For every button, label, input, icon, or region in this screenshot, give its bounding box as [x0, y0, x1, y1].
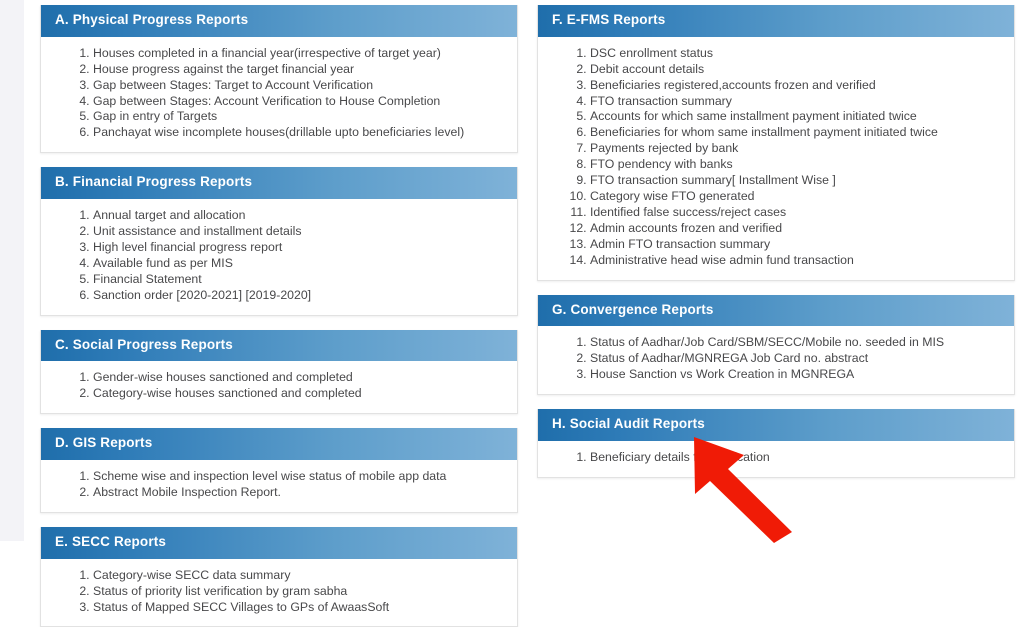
report-link[interactable]: DSC enrollment status	[590, 46, 1004, 61]
report-link[interactable]: Category-wise SECC data summary	[93, 568, 507, 583]
report-link[interactable]: Houses completed in a financial year(irr…	[93, 46, 507, 61]
report-panel-social-progress-reports: C. Social Progress Reports Gender-wise ho…	[40, 329, 518, 415]
report-link[interactable]: Status of Mapped SECC Villages to GPs of…	[93, 600, 507, 615]
panel-header-gis-reports: D. GIS Reports	[41, 428, 517, 461]
report-panel-secc-reports: E. SECC Reports Category-wise SECC data s…	[40, 526, 518, 627]
report-link[interactable]: House progress against the target financ…	[93, 62, 507, 77]
report-link[interactable]: Debit account details	[590, 62, 1004, 77]
report-list-secc-reports: Category-wise SECC data summaryStatus of…	[51, 568, 507, 615]
report-list-convergence-reports: Status of Aadhar/Job Card/SBM/SECC/Mobil…	[548, 335, 1004, 382]
report-link[interactable]: Panchayat wise incomplete houses(drillab…	[93, 125, 507, 140]
report-link[interactable]: FTO pendency with banks	[590, 157, 1004, 172]
report-link[interactable]: Gap between Stages: Target to Account Ve…	[93, 78, 507, 93]
left-column: A. Physical Progress Reports Houses compl…	[40, 5, 518, 627]
report-list-physical-progress-reports: Houses completed in a financial year(irr…	[51, 46, 507, 141]
report-list-e-fms-reports: DSC enrollment statusDebit account detai…	[548, 46, 1004, 268]
report-list-social-audit-reports: Beneficiary details for verification	[548, 450, 1004, 465]
report-link[interactable]: Gap in entry of Targets	[93, 109, 507, 124]
report-link[interactable]: Unit assistance and installment details	[93, 224, 507, 239]
panel-body-physical-progress-reports: Houses completed in a financial year(irr…	[41, 36, 517, 153]
report-link[interactable]: Status of Aadhar/Job Card/SBM/SECC/Mobil…	[590, 335, 1004, 350]
panel-body-social-progress-reports: Gender-wise houses sanctioned and comple…	[41, 361, 517, 414]
panel-header-financial-progress-reports: B. Financial Progress Reports	[41, 167, 517, 200]
report-link[interactable]: Annual target and allocation	[93, 208, 507, 223]
reports-index: A. Physical Progress Reports Houses compl…	[0, 0, 1024, 627]
panel-header-e-fms-reports: F. E-FMS Reports	[538, 5, 1014, 37]
report-link[interactable]: Status of priority list verification by …	[93, 584, 507, 599]
report-list-social-progress-reports: Gender-wise houses sanctioned and comple…	[51, 370, 507, 401]
panel-header-social-progress-reports: C. Social Progress Reports	[41, 329, 517, 362]
report-link[interactable]: Status of Aadhar/MGNREGA Job Card no. ab…	[590, 351, 1004, 366]
report-link[interactable]: Category-wise houses sanctioned and comp…	[93, 386, 507, 401]
report-panel-social-audit-reports: H. Social Audit Reports Beneficiary detai…	[537, 409, 1015, 478]
report-panel-convergence-reports: G. Convergence Reports Status of Aadhar/J…	[537, 294, 1015, 396]
report-link[interactable]: Category wise FTO generated	[590, 189, 1004, 204]
report-link[interactable]: FTO transaction summary[ Installment Wis…	[590, 173, 1004, 188]
panel-body-e-fms-reports: DSC enrollment statusDebit account detai…	[538, 36, 1014, 280]
report-panel-financial-progress-reports: B. Financial Progress Reports Annual targ…	[40, 167, 518, 316]
report-link[interactable]: Available fund as per MIS	[93, 256, 507, 271]
panel-body-convergence-reports: Status of Aadhar/Job Card/SBM/SECC/Mobil…	[538, 326, 1014, 395]
report-list-financial-progress-reports: Annual target and allocationUnit assista…	[51, 208, 507, 303]
panel-header-physical-progress-reports: A. Physical Progress Reports	[41, 5, 517, 37]
report-link[interactable]: House Sanction vs Work Creation in MGNRE…	[590, 367, 1004, 382]
report-link[interactable]: Payments rejected by bank	[590, 141, 1004, 156]
panel-body-secc-reports: Category-wise SECC data summaryStatus of…	[41, 558, 517, 627]
panel-header-convergence-reports: G. Convergence Reports	[538, 294, 1014, 327]
panel-header-social-audit-reports: H. Social Audit Reports	[538, 409, 1014, 441]
report-link[interactable]: Administrative head wise admin fund tran…	[590, 253, 1004, 268]
report-link[interactable]: Admin accounts frozen and verified	[590, 221, 1004, 236]
report-panel-gis-reports: D. GIS Reports Scheme wise and inspection…	[40, 428, 518, 513]
report-link[interactable]: Beneficiaries for whom same installment …	[590, 125, 1004, 140]
panel-body-social-audit-reports: Beneficiary details for verification	[538, 440, 1014, 477]
report-link[interactable]: Scheme wise and inspection level wise st…	[93, 469, 507, 484]
right-column: F. E-FMS Reports DSC enrollment statusDeb…	[537, 5, 1015, 492]
panel-body-financial-progress-reports: Annual target and allocationUnit assista…	[41, 199, 517, 315]
report-link[interactable]: Sanction order [2020-2021] [2019-2020]	[93, 288, 507, 303]
report-list-gis-reports: Scheme wise and inspection level wise st…	[51, 469, 507, 500]
report-panel-e-fms-reports: F. E-FMS Reports DSC enrollment statusDeb…	[537, 5, 1015, 281]
panel-header-secc-reports: E. SECC Reports	[41, 526, 517, 559]
report-panel-physical-progress-reports: A. Physical Progress Reports Houses compl…	[40, 5, 518, 154]
report-link[interactable]: Beneficiary details for verification	[590, 450, 1004, 465]
report-link[interactable]: Admin FTO transaction summary	[590, 237, 1004, 252]
report-link[interactable]: Gender-wise houses sanctioned and comple…	[93, 370, 507, 385]
report-link[interactable]: Identified false success/reject cases	[590, 205, 1004, 220]
report-link[interactable]: Abstract Mobile Inspection Report.	[93, 485, 507, 500]
report-link[interactable]: FTO transaction summary	[590, 94, 1004, 109]
report-link[interactable]: Accounts for which same installment paym…	[590, 109, 1004, 124]
report-link[interactable]: Beneficiaries registered,accounts frozen…	[590, 78, 1004, 93]
report-link[interactable]: High level financial progress report	[93, 240, 507, 255]
panel-body-gis-reports: Scheme wise and inspection level wise st…	[41, 460, 517, 512]
report-link[interactable]: Financial Statement	[93, 272, 507, 287]
report-link[interactable]: Gap between Stages: Account Verification…	[93, 94, 507, 109]
